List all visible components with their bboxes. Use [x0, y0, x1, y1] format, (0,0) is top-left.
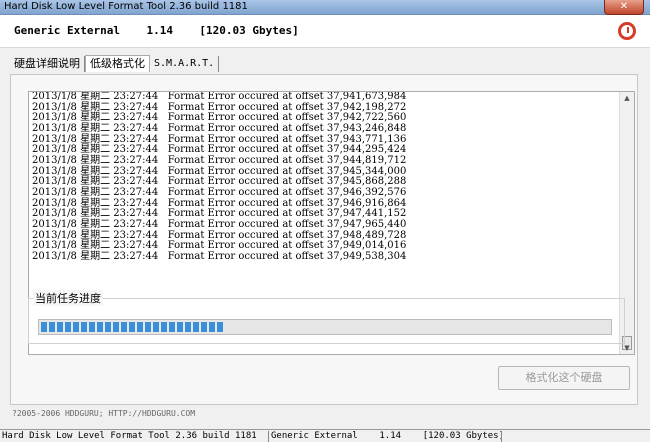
title-bar: Hard Disk Low Level Format Tool 2.36 bui…: [0, 0, 650, 15]
tab-bar: 硬盘详细说明 低级格式化 S.M.A.R.T.: [10, 55, 220, 74]
progress-label: 当前任务进度: [33, 290, 103, 306]
window-title: Hard Disk Low Level Format Tool 2.36 bui…: [4, 1, 248, 12]
tab-device-details[interactable]: 硬盘详细说明: [10, 56, 85, 72]
format-disk-button[interactable]: 格式化这个硬盘: [498, 366, 630, 390]
log-line: 2013/1/8 星期二 23:27:44 Format Error occur…: [32, 218, 407, 230]
scroll-up-icon[interactable]: ▲: [620, 92, 634, 104]
copyright-text: ?2005-2006 HDDGURU; HTTP://HDDGURU.COM: [12, 409, 196, 418]
log-line: 2013/1/8 星期二 23:27:44 Format Error occur…: [32, 250, 407, 262]
log-line: 2013/1/8 星期二 23:27:44 Format Error occur…: [32, 154, 407, 166]
progress-fill: [41, 322, 223, 332]
device-info: Generic External 1.14 [120.03 Gbytes]: [14, 24, 299, 37]
log-line: 2013/1/8 星期二 23:27:44 Format Error occur…: [32, 186, 407, 198]
hddguru-logo-icon: [618, 22, 636, 40]
tab-smart[interactable]: S.M.A.R.T.: [150, 56, 220, 72]
device-header: Generic External 1.14 [120.03 Gbytes]: [0, 15, 650, 48]
status-device: Generic External 1.14 [120.03 Gbytes]: [268, 431, 502, 442]
progress-bar: [38, 319, 612, 335]
tab-low-level-format[interactable]: 低级格式化: [85, 55, 150, 72]
status-bar: Hard Disk Low Level Format Tool 2.36 bui…: [0, 429, 650, 442]
tab-panel: 2013/1/8 星期二 23:27:44 Format Error occur…: [10, 74, 638, 405]
status-app: Hard Disk Low Level Format Tool 2.36 bui…: [2, 431, 257, 441]
close-button[interactable]: ✕: [604, 0, 644, 15]
progress-group: 当前任务进度: [28, 290, 625, 344]
